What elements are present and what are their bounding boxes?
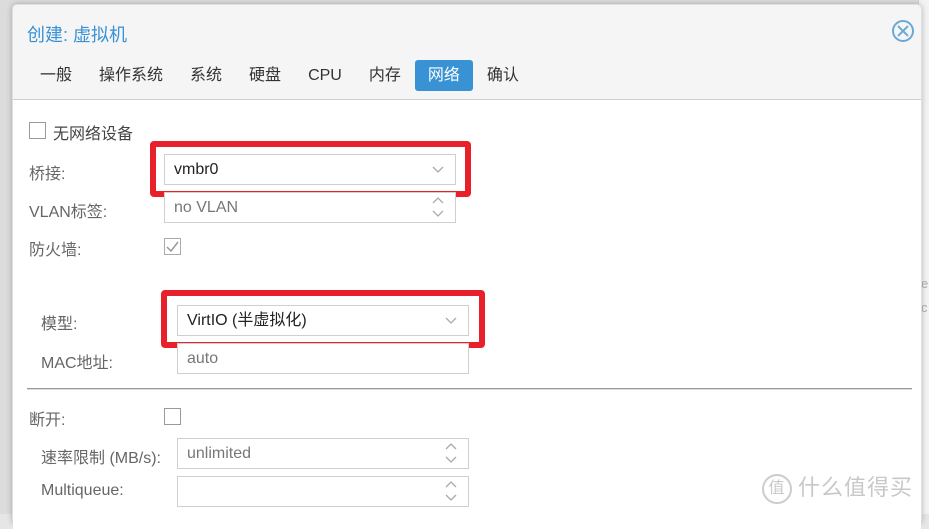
model-value: VirtIO (半虚拟化): [187, 312, 307, 329]
tab-confirm[interactable]: 确认: [474, 60, 532, 91]
check-icon: [165, 239, 180, 254]
firewall-label: 防火墙:: [29, 236, 81, 260]
spinner-icon[interactable]: [444, 439, 458, 468]
vlan-tag-placeholder: no VLAN: [174, 199, 238, 216]
disconnect-label: 断开:: [29, 406, 65, 430]
section-divider: [27, 388, 912, 390]
vlan-tag-input[interactable]: no VLAN: [164, 192, 456, 223]
multiqueue-input[interactable]: [177, 476, 469, 507]
network-panel: 无网络设备 桥接: vmbr0 VLAN标签: no VLAN 防火墙: 模型:…: [13, 99, 921, 529]
tab-disk[interactable]: 硬盘: [236, 60, 294, 91]
tab-network[interactable]: 网络: [415, 60, 473, 91]
tab-os[interactable]: 操作系统: [86, 60, 176, 91]
chevron-down-icon[interactable]: [431, 155, 445, 184]
tab-general[interactable]: 一般: [27, 60, 85, 91]
no-network-device-label: 无网络设备: [53, 120, 133, 144]
model-select[interactable]: VirtIO (半虚拟化): [177, 305, 469, 336]
tab-memory[interactable]: 内存: [356, 60, 414, 91]
close-circle-icon[interactable]: [892, 20, 914, 42]
multiqueue-label: Multiqueue:: [41, 482, 124, 500]
vlan-tag-label: VLAN标签:: [29, 198, 107, 222]
create-vm-dialog: 创建: 虚拟机 一般 操作系统 系统 硬盘 CPU 内存 网络 确认 无网络设备…: [12, 4, 922, 524]
bridge-label: 桥接:: [29, 160, 65, 184]
bridge-value: vmbr0: [174, 161, 218, 178]
tab-system[interactable]: 系统: [177, 60, 235, 91]
mac-address-label: MAC地址:: [41, 349, 113, 373]
bridge-select[interactable]: vmbr0: [164, 154, 456, 185]
dialog-title: 创建: 虚拟机: [27, 21, 127, 47]
rate-limit-input[interactable]: unlimited: [177, 438, 469, 469]
spinner-icon[interactable]: [431, 193, 445, 222]
disconnect-checkbox[interactable]: [164, 408, 181, 425]
no-network-device-checkbox[interactable]: [29, 122, 46, 139]
rate-limit-placeholder: unlimited: [187, 445, 251, 462]
chevron-down-icon[interactable]: [444, 306, 458, 335]
firewall-checkbox[interactable]: [164, 238, 181, 255]
tab-cpu[interactable]: CPU: [295, 60, 355, 91]
rate-limit-label: 速率限制 (MB/s):: [41, 444, 161, 468]
model-label: 模型:: [41, 310, 77, 334]
wizard-tabs: 一般 操作系统 系统 硬盘 CPU 内存 网络 确认: [27, 60, 533, 92]
watermark: 值什么值得买: [762, 470, 913, 504]
watermark-logo-icon: 值: [762, 474, 792, 504]
spinner-icon[interactable]: [444, 477, 458, 506]
mac-address-placeholder: auto: [187, 350, 218, 367]
mac-address-input[interactable]: auto: [177, 343, 469, 374]
watermark-text: 什么值得买: [798, 475, 913, 500]
background-text: e: [921, 276, 928, 291]
